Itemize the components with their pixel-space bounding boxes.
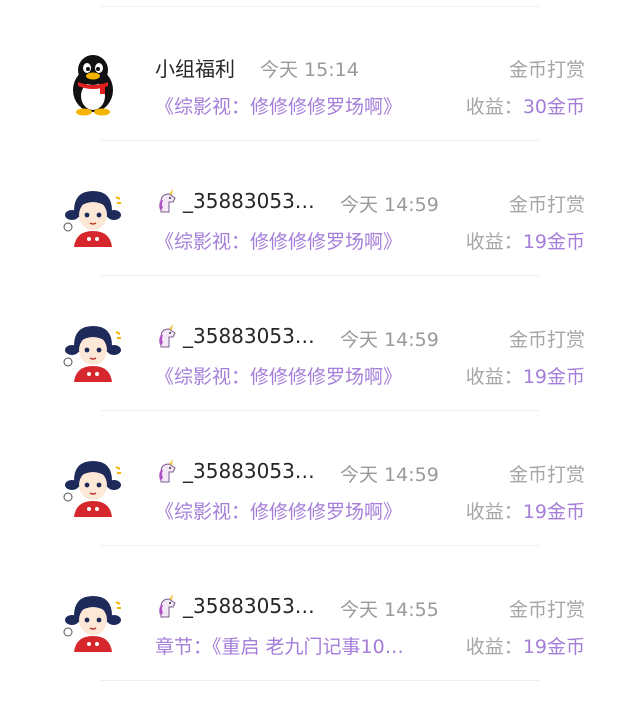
reward-type-label: 金币打赏 <box>508 194 585 216</box>
unicorn-icon <box>155 323 181 349</box>
sender-name[interactable]: _35883053… <box>155 323 315 349</box>
sender-name[interactable]: _35883053… <box>155 458 315 484</box>
timestamp: 今天 14:55 <box>340 599 439 621</box>
reward-type-label: 金币打赏 <box>508 329 585 351</box>
income-value: 19金币 <box>522 501 585 523</box>
sender-name[interactable]: 小组福利 <box>155 53 235 82</box>
list-item[interactable]: _35883053… 今天 14:59 金币打赏 《综影视：修修修修罗场啊》 收… <box>0 437 640 571</box>
work-title-link[interactable]: 《综影视：修修修修罗场啊》 <box>155 362 455 389</box>
timestamp: 今天 14:59 <box>340 464 439 486</box>
timestamp: 今天 14:59 <box>340 329 439 351</box>
income-value: 19金币 <box>522 366 585 388</box>
sender-name[interactable]: _35883053… <box>155 188 315 214</box>
sender-name-text: _35883053… <box>183 459 315 483</box>
reward-type-label: 金币打赏 <box>508 464 585 486</box>
list-item[interactable]: _35883053… 今天 14:55 金币打赏 章节：《重启 老九门记事10…… <box>0 572 640 706</box>
cartoon-girl-icon[interactable] <box>60 590 126 656</box>
reward-type-label: 金币打赏 <box>508 59 585 81</box>
income-label: 收益： <box>465 501 523 523</box>
income-value: 30金币 <box>522 96 585 118</box>
work-title-link[interactable]: 《综影视：修修修修罗场啊》 <box>155 92 455 119</box>
divider <box>100 6 540 7</box>
income-info: 收益：19金币 <box>466 497 585 524</box>
reward-type-label: 金币打赏 <box>508 599 585 621</box>
sender-name-text: _35883053… <box>183 594 315 618</box>
sender-name-text: _35883053… <box>183 189 315 213</box>
sender-name-text: 小组福利 <box>155 57 235 81</box>
income-info: 收益：30金币 <box>466 92 585 119</box>
work-title-link[interactable]: 《综影视：修修修修罗场啊》 <box>155 497 455 524</box>
cartoon-girl-icon[interactable] <box>60 455 126 521</box>
timestamp: 今天 14:59 <box>340 194 439 216</box>
sender-name-text: _35883053… <box>183 324 315 348</box>
work-title-link[interactable]: 《综影视：修修修修罗场啊》 <box>155 227 455 254</box>
unicorn-icon <box>155 458 181 484</box>
list-item[interactable]: _35883053… 今天 14:59 金币打赏 《综影视：修修修修罗场啊》 收… <box>0 302 640 436</box>
sender-name[interactable]: _35883053… <box>155 593 315 619</box>
list-item[interactable]: 小组福利 今天 15:14 金币打赏 《综影视：修修修修罗场啊》 收益：30金币 <box>0 32 640 166</box>
income-info: 收益：19金币 <box>466 227 585 254</box>
list-item[interactable]: _35883053… 今天 14:59 金币打赏 《综影视：修修修修罗场啊》 收… <box>0 167 640 301</box>
unicorn-icon <box>155 593 181 619</box>
income-value: 19金币 <box>522 231 585 253</box>
qq-penguin-icon[interactable] <box>60 50 126 116</box>
income-value: 19金币 <box>522 636 585 658</box>
cartoon-girl-icon[interactable] <box>60 320 126 386</box>
income-label: 收益： <box>465 636 523 658</box>
income-label: 收益： <box>465 96 523 118</box>
timestamp: 今天 15:14 <box>260 59 359 81</box>
chapter-title-link[interactable]: 章节：《重启 老九门记事10… <box>155 632 455 659</box>
income-label: 收益： <box>465 231 523 253</box>
cartoon-girl-icon[interactable] <box>60 185 126 251</box>
income-info: 收益：19金币 <box>466 632 585 659</box>
income-info: 收益：19金币 <box>466 362 585 389</box>
income-label: 收益： <box>465 366 523 388</box>
unicorn-icon <box>155 188 181 214</box>
